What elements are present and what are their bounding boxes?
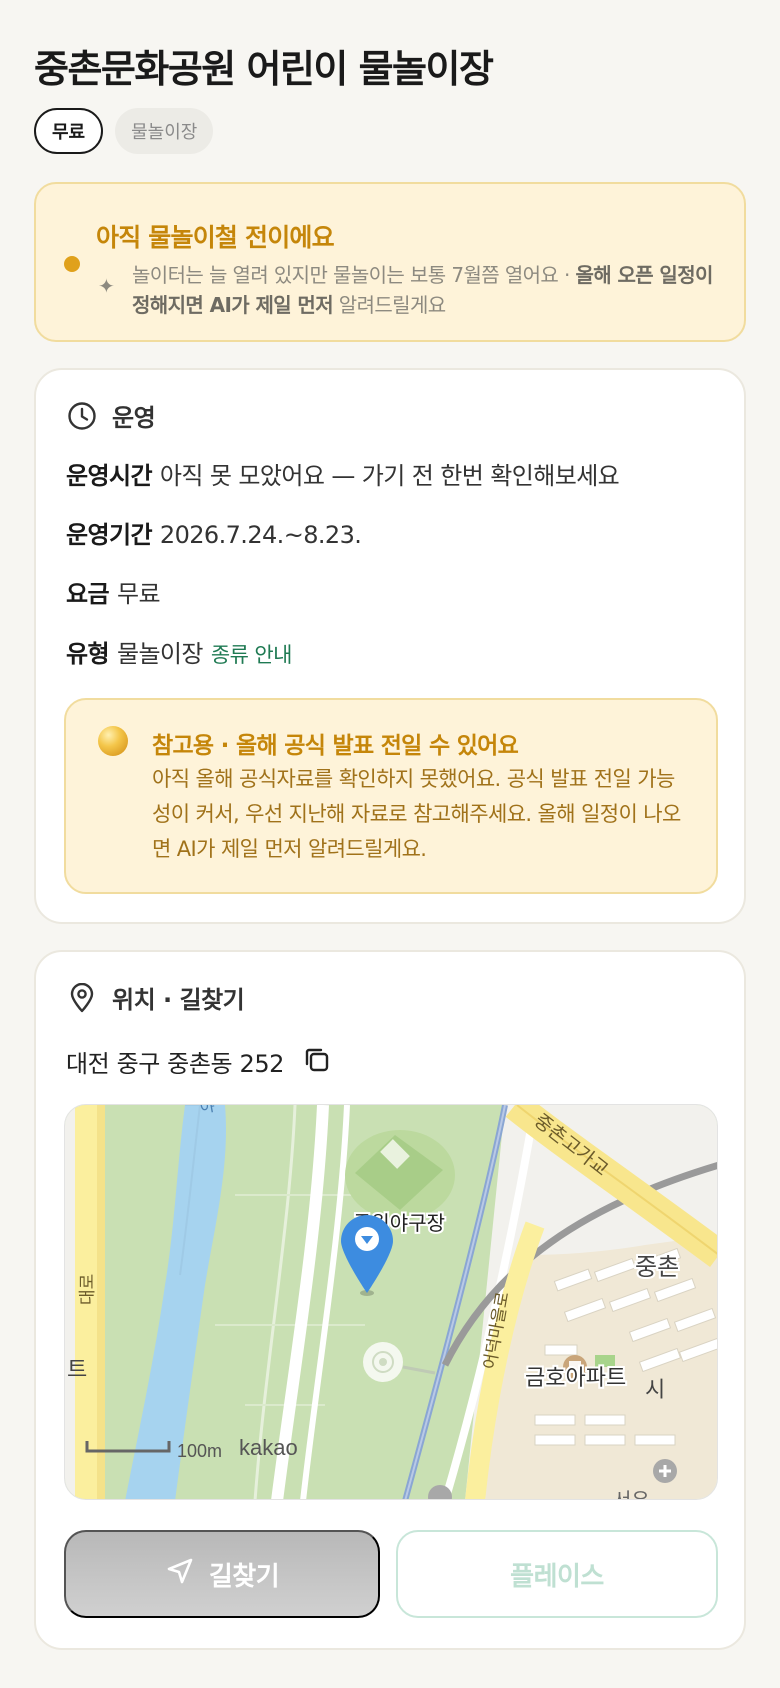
map-label-apartment: 금호아파트	[525, 1365, 626, 1390]
notice-title: 아직 물놀이철 전이에요	[96, 223, 335, 252]
status-dot-icon	[64, 256, 80, 272]
map-label-left-edge: 트	[67, 1357, 87, 1382]
type-value: 물놀이장	[116, 640, 204, 668]
type-key: 유형	[66, 640, 110, 668]
address-text: 대전 중구 중촌동 252	[66, 1050, 285, 1078]
clock-icon	[66, 400, 98, 432]
action-buttons: 길찾기 플레이스	[64, 1530, 718, 1618]
location-card: 위치 · 길찾기 대전 중구 중촌동 252 공원야구장 금호아파트 중촌고가교…	[34, 950, 746, 1650]
page: 중촌문화공원 어린이 물놀이장 무료 물놀이장 아직 물놀이철 전이에요 ✦ 놀…	[0, 0, 780, 1688]
coin-icon	[98, 726, 128, 756]
fee-row: 요금 무료	[66, 574, 161, 609]
notice-body-tail: 알려드릴게요	[333, 293, 446, 317]
location-header: 위치 · 길찾기	[66, 980, 245, 1015]
season-notice: 아직 물놀이철 전이에요 ✦ 놀이터는 늘 열려 있지만 물놀이는 보통 7월쯤…	[34, 182, 746, 342]
fee-key: 요금	[66, 580, 110, 608]
reference-title: 참고용 · 올해 공식 발표 전일 수 있어요	[152, 733, 519, 759]
fee-value: 무료	[116, 580, 161, 608]
period-key: 운영기간	[66, 521, 153, 549]
tag-list: 무료 물놀이장	[34, 108, 214, 154]
sparkle-icon: ✦	[98, 274, 115, 298]
price-tag: 무료	[34, 108, 104, 154]
page-title: 중촌문화공원 어린이 물놀이장	[34, 47, 494, 91]
type-row: 유형 물놀이장 종류 안내	[66, 634, 292, 669]
type-guide-link[interactable]: 종류 안내	[211, 643, 293, 667]
map-view[interactable]: 공원야구장 금호아파트 중촌고가교 어덕마을로 중촌 시 대로 트 야 서우 1…	[64, 1104, 718, 1500]
directions-label: 길찾기	[208, 1560, 280, 1591]
map-label-district-cut: 시	[645, 1377, 665, 1402]
operation-header: 운영	[66, 398, 156, 433]
map-label-left-road: 대로	[78, 1274, 97, 1305]
address-row: 대전 중구 중촌동 252	[66, 1044, 332, 1079]
notice-body: 놀이터는 늘 열려 있지만 물놀이는 보통 7월쯤 열어요 · 올해 오픈 일정…	[132, 260, 732, 320]
category-tag: 물놀이장	[115, 108, 214, 154]
hours-row: 운영시간 아직 못 모았어요 — 가기 전 한번 확인해보세요	[66, 456, 620, 491]
location-section-label: 위치 · 길찾기	[112, 986, 245, 1014]
hours-key: 운영시간	[66, 462, 153, 490]
period-value: 2026.7.24.~8.23.	[159, 521, 362, 549]
location-pin-icon	[66, 982, 98, 1014]
map-logo: kakao	[239, 1435, 298, 1460]
map-label-district: 중촌	[635, 1254, 679, 1281]
reference-notice: 참고용 · 올해 공식 발표 전일 수 있어요 아직 올해 공식자료를 확인하지…	[64, 698, 718, 894]
operation-card: 운영 운영시간 아직 못 모았어요 — 가기 전 한번 확인해보세요 운영기간 20…	[34, 368, 746, 924]
places-button[interactable]: 플레이스	[396, 1530, 718, 1618]
reference-body: 아직 올해 공식자료를 확인하지 못했어요. 공식 발표 전일 가능성이 커서,…	[152, 767, 681, 861]
navigation-arrow-icon	[165, 1556, 195, 1593]
map-scale-label: 100m	[177, 1441, 222, 1461]
copy-icon[interactable]	[302, 1045, 332, 1079]
notice-body-text: 놀이터는 늘 열려 있지만 물놀이는 보통 7월쯤 열어요 ·	[132, 263, 576, 287]
operation-section-label: 운영	[112, 404, 156, 432]
hours-value: 아직 못 모았어요 — 가기 전 한번 확인해보세요	[159, 462, 620, 490]
directions-button[interactable]: 길찾기	[64, 1530, 380, 1618]
map-label-bottom-right: 서우	[613, 1489, 650, 1500]
period-row: 운영기간 2026.7.24.~8.23.	[66, 515, 362, 550]
